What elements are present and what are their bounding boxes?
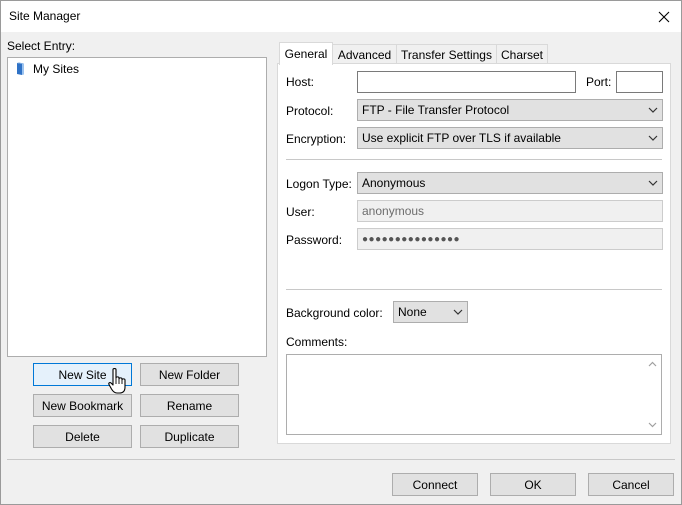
background-color-label: Background color: (286, 306, 383, 320)
cancel-button[interactable]: Cancel (588, 473, 674, 496)
tab-charset[interactable]: Charset (496, 44, 548, 65)
comments-textarea[interactable] (286, 354, 662, 435)
password-input[interactable]: ●●●●●●●●●●●●●●● (357, 228, 663, 250)
host-input[interactable] (357, 71, 576, 93)
user-value: anonymous (362, 204, 425, 218)
duplicate-label: Duplicate (164, 429, 215, 444)
host-label: Host: (286, 75, 315, 89)
close-icon (658, 11, 670, 22)
cancel-label: Cancel (612, 477, 650, 492)
port-label: Port: (586, 75, 612, 89)
rename-button[interactable]: Rename (140, 394, 239, 417)
separator (286, 289, 662, 290)
tree-item-my-sites[interactable]: My Sites (14, 62, 79, 76)
site-tree[interactable]: My Sites (7, 57, 267, 357)
protocol-value: FTP - File Transfer Protocol (362, 103, 510, 117)
background-color-value: None (398, 305, 427, 319)
port-input[interactable] (616, 71, 663, 93)
encryption-value: Use explicit FTP over TLS if available (362, 131, 561, 145)
hand-cursor-icon (108, 367, 126, 394)
tab-general[interactable]: General (279, 42, 333, 65)
tab-charset-label: Charset (500, 48, 544, 62)
select-entry-label: Select Entry: (7, 39, 76, 53)
password-value: ●●●●●●●●●●●●●●● (362, 233, 461, 245)
protocol-select[interactable]: FTP - File Transfer Protocol (357, 99, 663, 121)
scroll-down-icon[interactable] (648, 422, 657, 428)
user-label: User: (286, 205, 315, 219)
user-input[interactable]: anonymous (357, 200, 663, 222)
chevron-down-icon (648, 180, 658, 186)
new-bookmark-label: New Bookmark (41, 398, 124, 413)
tab-advanced-label: Advanced (337, 48, 392, 62)
scroll-up-icon[interactable] (648, 361, 657, 367)
ok-label: OK (524, 477, 542, 492)
site-manager-window: Site Manager Select Entry: My Sites New … (0, 0, 682, 505)
logon-type-label: Logon Type: (286, 177, 352, 191)
comments-label: Comments: (286, 335, 348, 349)
delete-label: Delete (65, 429, 100, 444)
tree-item-label: My Sites (33, 62, 80, 76)
close-button[interactable] (647, 1, 681, 32)
chevron-down-icon (453, 309, 463, 315)
new-site-label: New Site (58, 367, 107, 382)
encryption-select[interactable]: Use explicit FTP over TLS if available (357, 127, 663, 149)
tab-transfer-settings[interactable]: Transfer Settings (396, 44, 497, 65)
connect-button[interactable]: Connect (392, 473, 478, 496)
tab-general-label: General (284, 47, 328, 61)
new-folder-label: New Folder (158, 367, 221, 382)
delete-button[interactable]: Delete (33, 425, 132, 448)
footer-separator (7, 459, 675, 460)
chevron-down-icon (648, 135, 658, 141)
chevron-down-icon (648, 107, 658, 113)
encryption-label: Encryption: (286, 132, 347, 146)
window-title: Site Manager (9, 9, 81, 23)
separator (286, 159, 662, 160)
new-folder-button[interactable]: New Folder (140, 363, 239, 386)
new-bookmark-button[interactable]: New Bookmark (33, 394, 132, 417)
ok-button[interactable]: OK (490, 473, 576, 496)
password-label: Password: (286, 233, 343, 247)
folder-icon (17, 62, 24, 75)
logon-type-value: Anonymous (362, 176, 426, 190)
protocol-label: Protocol: (286, 104, 334, 118)
title-bar: Site Manager (1, 1, 681, 32)
background-color-select[interactable]: None (393, 301, 468, 323)
connect-label: Connect (412, 477, 458, 492)
tab-transfer-settings-label: Transfer Settings (401, 48, 492, 62)
logon-type-select[interactable]: Anonymous (357, 172, 663, 194)
duplicate-button[interactable]: Duplicate (140, 425, 239, 448)
rename-label: Rename (166, 398, 213, 413)
tab-advanced[interactable]: Advanced (332, 44, 397, 65)
comments-scrollbar[interactable] (644, 355, 661, 434)
